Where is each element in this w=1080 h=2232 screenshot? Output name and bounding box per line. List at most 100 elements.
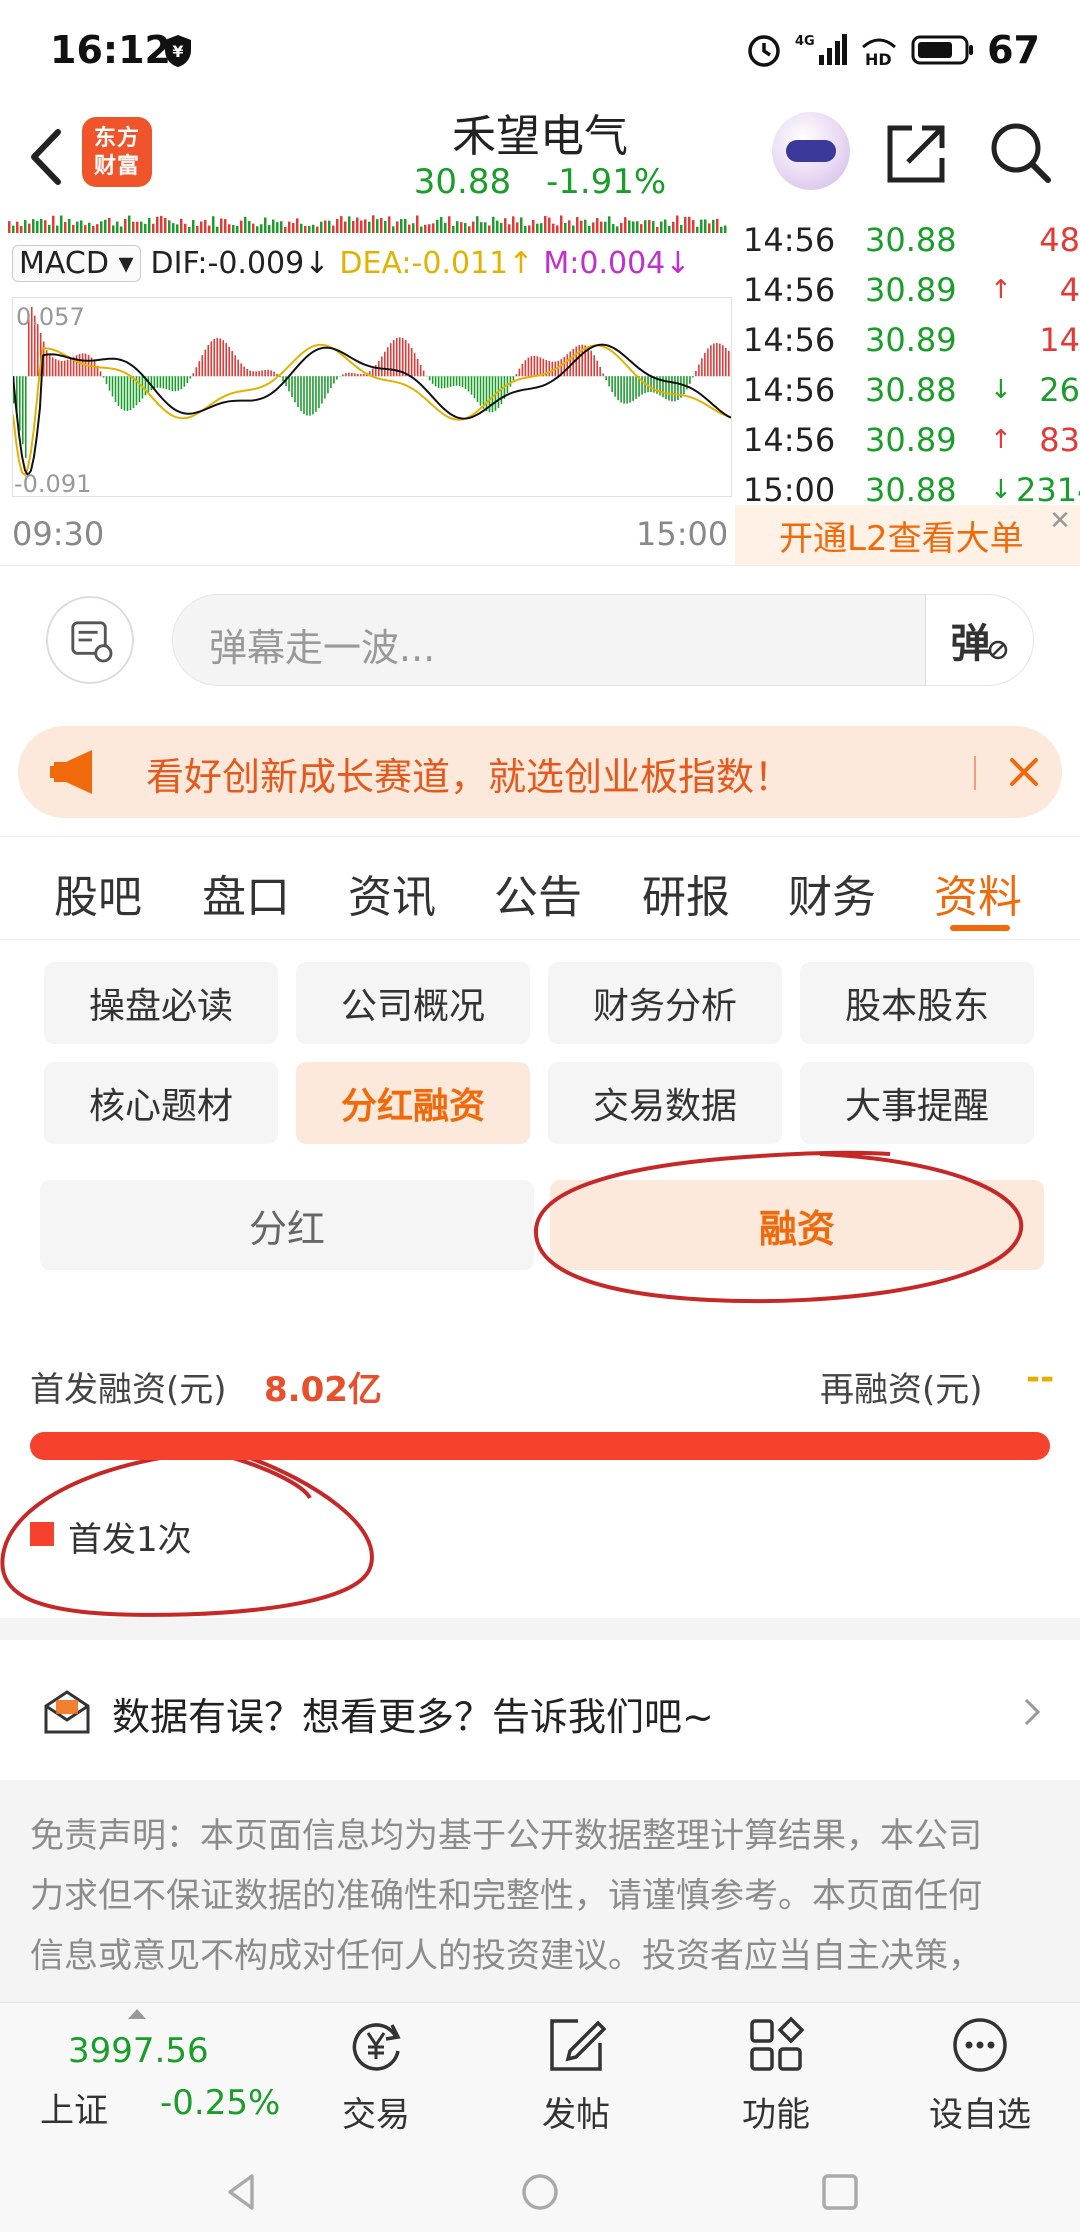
- subnav-trading-guide[interactable]: 操盘必读: [44, 962, 278, 1044]
- macd-histogram-bar: [698, 364, 700, 377]
- indicator-selector[interactable]: MACD ▾: [12, 244, 141, 282]
- macd-histogram-bar: [599, 366, 601, 377]
- macd-top-label: 0.057: [16, 303, 85, 331]
- macd-histogram-bar: [132, 376, 135, 409]
- system-back-icon[interactable]: [218, 2168, 266, 2216]
- volume-bar: [128, 215, 131, 233]
- search-icon[interactable]: [984, 116, 1056, 188]
- volume-bar: [488, 225, 491, 233]
- macd-histogram-bar: [452, 376, 455, 387]
- share-icon[interactable]: [882, 118, 952, 188]
- volume-bar: [36, 221, 39, 233]
- subnav-dividend-financing[interactable]: 分红融资: [296, 1062, 530, 1144]
- macd-histogram-bar: [707, 348, 709, 377]
- subnav-core-themes[interactable]: 核心题材: [44, 1062, 278, 1144]
- volume-bar: [680, 224, 683, 233]
- danmu-send-button[interactable]: 弹: [925, 595, 1033, 685]
- nav-add-watchlist[interactable]: 设自选: [910, 2003, 1050, 2153]
- network-label: 4G: [795, 34, 815, 49]
- macd-histogram-bar: [126, 376, 129, 411]
- tab-news[interactable]: 资讯: [348, 861, 436, 925]
- macd-panel[interactable]: MACD ▾ DIF:-0.009↓ DEA:-0.011↑ M:0.004↓ …: [0, 215, 735, 565]
- macd-histogram-bar: [93, 361, 96, 377]
- promo-text: 看好创新成长赛道，就选创业板指数！: [146, 755, 793, 799]
- promo-banner[interactable]: 看好创新成长赛道，就选创业板指数！: [18, 726, 1062, 818]
- macd-histogram-bar: [183, 376, 186, 387]
- macd-histogram-bar: [288, 376, 290, 392]
- macd-histogram-bar: [449, 376, 452, 387]
- macd-histogram-bar: [354, 373, 356, 377]
- tab-profile[interactable]: 资料: [934, 861, 1022, 925]
- disclaimer-line: 力求但不保证数据的准确性和完整性，请谨慎参考。本页面任何: [30, 1876, 982, 1916]
- assistant-robot-icon[interactable]: [772, 112, 850, 190]
- tick-row: 14:56 30.89 ↑ 4: [735, 265, 1080, 315]
- tick-time: 14:56: [743, 221, 836, 259]
- macd-histogram-bar: [404, 340, 407, 377]
- volume-bar: [500, 222, 503, 233]
- tab-finance[interactable]: 财务: [788, 861, 876, 925]
- tab-guba[interactable]: 股吧: [54, 861, 142, 925]
- volume-bar: [132, 221, 135, 233]
- system-recents-icon[interactable]: [816, 2168, 864, 2216]
- danmu-settings-icon[interactable]: [46, 596, 134, 684]
- macd-histogram-bar: [192, 373, 195, 377]
- volume-bar: [340, 216, 343, 233]
- macd-histogram-bar: [57, 360, 60, 377]
- macd-histogram-bar: [318, 376, 320, 409]
- volume-bar: [600, 221, 603, 233]
- subnav-financial-analysis[interactable]: 财务分析: [548, 962, 782, 1044]
- tab-pankou[interactable]: 盘口: [202, 861, 290, 925]
- macd-histogram-bar: [336, 376, 338, 380]
- volume-bar: [656, 226, 659, 233]
- nav-trade[interactable]: 交易: [306, 2003, 446, 2153]
- subnav-trading-data[interactable]: 交易数据: [548, 1062, 782, 1144]
- l2-upgrade-banner[interactable]: 开通L2查看大单 ✕: [735, 505, 1080, 565]
- chevron-right-icon: [1024, 1698, 1041, 1726]
- volume-bar: [220, 218, 223, 233]
- tab-research[interactable]: 研报: [642, 861, 730, 925]
- macd-histogram-bar: [401, 337, 404, 377]
- macd-histogram-bar: [357, 373, 359, 377]
- volume-bar: [480, 222, 483, 233]
- feedback-row[interactable]: 数据有误？想看更多？告诉我们吧~: [0, 1640, 1080, 1780]
- volume-bar: [84, 225, 87, 233]
- svg-text:¥: ¥: [172, 42, 183, 61]
- stock-price: 30.88: [413, 162, 512, 202]
- volume-bar: [284, 226, 287, 233]
- macd-histogram-bar: [476, 376, 479, 403]
- macd-histogram-bar: [48, 354, 51, 377]
- volume-bar: [508, 224, 511, 233]
- volume-bar: [196, 225, 199, 233]
- macd-histogram-bar: [437, 376, 440, 388]
- close-icon[interactable]: [1000, 748, 1048, 796]
- nav-post[interactable]: 发帖: [506, 2003, 646, 2153]
- hd-signal-icon: HD: [862, 38, 897, 69]
- subnav-company-overview[interactable]: 公司概况: [296, 962, 530, 1044]
- macd-histogram-bar: [662, 376, 664, 398]
- subnav-shareholders[interactable]: 股本股东: [800, 962, 1034, 1044]
- volume-bar: [44, 220, 47, 233]
- macd-histogram-bar: [249, 370, 251, 377]
- subnav-event-reminders[interactable]: 大事提醒: [800, 1062, 1034, 1144]
- disclaimer: 免责声明：本页面信息均为基于公开数据整理计算结果，本公司 力求但不保证数据的准确…: [0, 1780, 1080, 2002]
- macd-histogram-bar: [524, 360, 527, 377]
- macd-histogram-bar: [78, 353, 81, 377]
- macd-histogram-bar: [342, 374, 344, 377]
- tick-direction: ↓: [990, 375, 1012, 405]
- tick-time: 14:56: [743, 321, 836, 359]
- expand-up-icon: [128, 2009, 146, 2019]
- macd-histogram-bar: [219, 338, 222, 377]
- nav-functions[interactable]: 功能: [706, 2003, 846, 2153]
- volume-bar: [164, 218, 167, 233]
- system-home-icon[interactable]: [516, 2168, 564, 2216]
- volume-bar: [436, 219, 439, 233]
- close-icon[interactable]: ✕: [1046, 507, 1074, 535]
- volume-bar: [560, 215, 563, 233]
- volume-bar: [712, 219, 715, 233]
- danmu-input[interactable]: 弹幕走一波... 弹: [172, 594, 1034, 686]
- volume-bar: [364, 219, 367, 233]
- segment-dividend[interactable]: 分红: [40, 1180, 534, 1270]
- tab-announcement[interactable]: 公告: [494, 861, 582, 925]
- volume-bar: [536, 223, 539, 233]
- macd-histogram-bar: [186, 376, 189, 384]
